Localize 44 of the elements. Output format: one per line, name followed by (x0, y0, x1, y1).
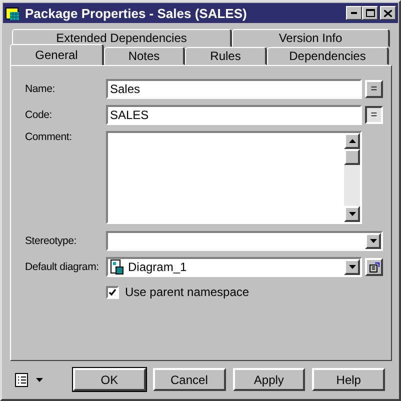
field-label: Stereotype: (25, 235, 78, 247)
down-arrow-icon (348, 212, 356, 216)
scroll-thumb[interactable] (344, 149, 360, 165)
scrollbar[interactable] (344, 133, 360, 222)
properties-icon (368, 262, 380, 272)
window-title: Package Properties - Sales (SALES) (25, 6, 248, 20)
minimize-button[interactable] (346, 6, 362, 20)
field-label: Name: (25, 83, 56, 95)
package-icon (5, 5, 21, 21)
tab[interactable]: Rules (185, 47, 267, 65)
checkbox-label: Use parent namespace (125, 285, 250, 299)
close-button[interactable] (380, 6, 396, 20)
checkbox[interactable] (106, 286, 119, 298)
diagram-icon (110, 259, 124, 275)
maximize-icon (366, 9, 374, 17)
up-arrow-icon (348, 139, 356, 143)
tab[interactable]: Version Info (232, 29, 390, 47)
properties-button[interactable] (365, 258, 383, 276)
caret-icon (370, 239, 376, 243)
comment-field[interactable] (106, 131, 362, 224)
text-field[interactable]: Sales (106, 79, 362, 99)
check-icon (109, 288, 116, 296)
close-icon (384, 10, 392, 16)
list-icon[interactable] (15, 372, 28, 386)
tab[interactable]: Dependencies (267, 47, 389, 65)
dropdown-caret-icon (36, 378, 43, 382)
tab[interactable]: Extended Dependencies (12, 29, 232, 47)
field-label: Default diagram: (25, 261, 100, 273)
equal-button[interactable]: = (365, 106, 383, 124)
dialog-button[interactable]: Help (312, 368, 386, 391)
equal-button[interactable]: = (365, 80, 383, 98)
text-field[interactable]: SALES (106, 105, 362, 125)
minimize-icon (351, 12, 357, 14)
field-label: Comment: (25, 131, 73, 143)
tab[interactable]: General (10, 44, 104, 65)
dialog-button[interactable]: OK (73, 368, 146, 391)
stereotype-dropdown[interactable] (106, 231, 383, 251)
maximize-button[interactable] (362, 6, 378, 20)
tab[interactable]: Notes (104, 47, 185, 65)
dialog-button[interactable]: Apply (232, 368, 306, 391)
caret-icon (348, 265, 356, 269)
dialog-button[interactable]: Cancel (152, 368, 226, 391)
diagram-dropdown[interactable]: Diagram_1 (106, 257, 362, 277)
field-label: Code: (25, 109, 54, 121)
